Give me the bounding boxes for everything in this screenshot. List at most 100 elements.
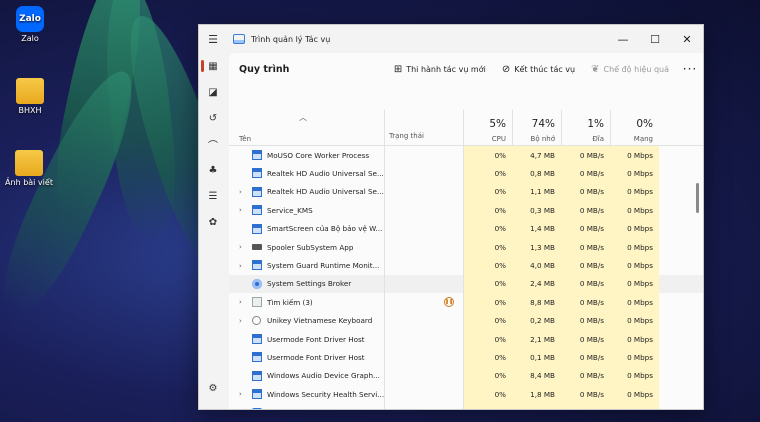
- vertical-scrollbar[interactable]: [696, 183, 699, 213]
- window-icon: [252, 223, 262, 234]
- col-name-header[interactable]: Tên: [229, 110, 384, 146]
- nav-services-icon[interactable]: ✿: [199, 209, 227, 235]
- column-header-row: ︿ Tên Trạng thái 5% CPU 74% Bộ nhớ 1% Đĩ…: [229, 110, 703, 146]
- disk-cell: 0 MB/s: [561, 311, 610, 330]
- folder-icon: [16, 78, 44, 104]
- col-status-label: Trạng thái: [389, 132, 424, 140]
- shield-icon: [252, 407, 262, 409]
- close-button[interactable]: ✕: [671, 25, 703, 53]
- minimize-button[interactable]: —: [607, 25, 639, 53]
- col-cpu-header[interactable]: 5% CPU: [463, 110, 512, 146]
- window-title: Trình quản lý Tác vụ: [251, 34, 331, 44]
- desktop-icon-label: Zalo: [21, 34, 39, 43]
- table-row[interactable]: › Windows Security Health Servi... 0% 1,8 M…: [229, 385, 703, 404]
- network-cell: 0 Mbps: [610, 311, 659, 330]
- table-row[interactable]: › Service_KMS 0% 0,3 MB 0 MB/s 0 Mbps: [229, 201, 703, 220]
- expand-chevron-icon[interactable]: ›: [239, 238, 242, 256]
- expand-chevron-icon[interactable]: ›: [239, 312, 242, 330]
- memory-cell: 0,1 MB: [512, 403, 561, 409]
- table-row[interactable]: › Spooler SubSystem App 0% 1,3 MB 0 MB/s 0 Mb…: [229, 238, 703, 257]
- processes-panel: Quy trình ⊞ Thi hành tác vụ mới ⊘ Kết th…: [229, 53, 703, 409]
- cpu-cell: 0%: [463, 182, 512, 202]
- process-name: Realtek HD Audio Universal Se...: [267, 169, 384, 179]
- table-row[interactable]: › System Guard Runtime Monit... 0% 4,0 MB 0 …: [229, 256, 703, 275]
- cpu-cell: 0%: [463, 311, 512, 330]
- table-row[interactable]: Realtek HD Audio Universal Se... 0% 0,8 MB…: [229, 164, 703, 183]
- window-icon: [252, 260, 262, 271]
- hamburger-menu-icon[interactable]: ☰: [199, 33, 227, 46]
- process-name: System Guard Runtime Monit...: [267, 261, 380, 271]
- title-bar[interactable]: ☰ Trình quản lý Tác vụ — ☐ ✕: [199, 25, 703, 53]
- nav-performance-icon[interactable]: ◪: [199, 79, 227, 105]
- nav-details-icon[interactable]: ☰: [199, 183, 227, 209]
- nav-startup-icon[interactable]: ⌒: [199, 131, 227, 157]
- window-icon: [252, 370, 262, 381]
- col-status-header[interactable]: Trạng thái: [384, 110, 463, 146]
- table-row[interactable]: Windows Audio Device Graph... 0% 8,4 MB 0 M…: [229, 366, 703, 386]
- efficiency-mode-button[interactable]: ❦ Chế độ hiệu quả: [583, 57, 677, 81]
- network-cell: 0 Mbps: [610, 274, 659, 294]
- gear-icon: [252, 278, 262, 289]
- table-row[interactable]: System Settings Broker 0% 2,4 MB 0 MB/s 0 Mb…: [229, 274, 703, 294]
- efficiency-mode-label: Chế độ hiệu quả: [603, 64, 669, 74]
- cpu-cell: 0%: [463, 330, 512, 349]
- col-memory-header[interactable]: 74% Bộ nhớ: [512, 110, 561, 146]
- cpu-cell: 0%: [463, 348, 512, 367]
- process-name: Realtek HD Audio Universal Se...: [267, 187, 384, 197]
- col-disk-header[interactable]: 1% Đĩa: [561, 110, 610, 146]
- page-title: Quy trình: [239, 63, 290, 75]
- disk-cell: 0 MB/s: [561, 403, 610, 409]
- network-cell: 0 Mbps: [610, 219, 659, 238]
- desktop-icon-bhxh[interactable]: BHXH: [8, 78, 52, 115]
- run-new-task-button[interactable]: ⊞ Thi hành tác vụ mới: [386, 57, 494, 81]
- table-row[interactable]: › Tìm kiếm (3) ❚❚ 0% 8,8 MB 0 MB/s 0 Mbps: [229, 293, 703, 312]
- desktop-icon-zalo[interactable]: Zalo Zalo: [8, 6, 52, 43]
- expand-chevron-icon[interactable]: ›: [239, 385, 242, 403]
- process-name: Spooler SubSystem App: [267, 242, 354, 252]
- nav-app-history-icon[interactable]: ↺: [199, 105, 227, 131]
- end-task-button[interactable]: ⊘ Kết thúc tác vụ: [494, 57, 583, 81]
- table-row[interactable]: › Unikey Vietnamese Keyboard 0% 0,2 MB 0 MB/…: [229, 311, 703, 330]
- disk-cell: 0 MB/s: [561, 256, 610, 275]
- nav-users-icon[interactable]: ♣: [199, 157, 227, 183]
- disk-cell: 0 MB/s: [561, 146, 610, 165]
- cpu-cell: 0%: [463, 385, 512, 404]
- process-name: Usermode Font Driver Host: [267, 353, 365, 363]
- expand-chevron-icon[interactable]: ›: [239, 293, 242, 311]
- memory-cell: 1,1 MB: [512, 182, 561, 202]
- network-cell: 0 Mbps: [610, 348, 659, 367]
- process-name: Unikey Vietnamese Keyboard: [267, 316, 373, 326]
- network-cell: 0 Mbps: [610, 403, 659, 409]
- table-row[interactable]: SmartScreen của Bộ bảo vệ W... 0% 1,4 MB 0 …: [229, 219, 703, 238]
- col-network-header[interactable]: 0% Mạng: [610, 110, 659, 146]
- memory-cell: 4,0 MB: [512, 256, 561, 275]
- table-row[interactable]: Windows Security notification ... 0%0,1 M…: [229, 403, 703, 409]
- window-icon: [252, 205, 262, 216]
- window-icon: [252, 334, 262, 344]
- task-manager-app-icon: [233, 34, 245, 44]
- disk-cell: 0 MB/s: [561, 182, 610, 202]
- disk-cell: 0 MB/s: [561, 366, 610, 386]
- memory-cell: 1,8 MB: [512, 385, 561, 404]
- window-icon: [252, 168, 262, 179]
- expand-chevron-icon[interactable]: ›: [239, 183, 242, 201]
- cpu-cell: 0%: [463, 201, 512, 220]
- desktop-icon-anh-bai-viet[interactable]: Ảnh bài viết: [2, 150, 56, 187]
- disk-cell: 0 MB/s: [561, 238, 610, 257]
- printer-icon: [252, 244, 262, 250]
- process-name: Windows Audio Device Graph...: [267, 371, 380, 381]
- settings-gear-icon[interactable]: ⚙: [199, 375, 227, 401]
- more-options-button[interactable]: ···: [677, 62, 703, 76]
- table-row[interactable]: › Realtek HD Audio Universal Se... 0% 1,1 M…: [229, 182, 703, 202]
- table-row[interactable]: Usermode Font Driver Host 0% 2,1 MB 0 MB/s 0…: [229, 330, 703, 349]
- memory-cell: 0,8 MB: [512, 164, 561, 183]
- cpu-total: 5%: [489, 118, 506, 130]
- table-row[interactable]: MoUSO Core Worker Process 0% 4,7 MB 0 MB/s 0…: [229, 146, 703, 165]
- expand-chevron-icon[interactable]: ›: [239, 256, 242, 274]
- expand-chevron-icon[interactable]: ›: [239, 201, 242, 219]
- nav-processes-icon[interactable]: ▦: [199, 53, 227, 79]
- table-row[interactable]: Usermode Font Driver Host 0% 0,1 MB 0 MB/s 0…: [229, 348, 703, 367]
- col-disk-label: Đĩa: [592, 135, 604, 143]
- disk-cell: 0 MB/s: [561, 219, 610, 238]
- maximize-button[interactable]: ☐: [639, 25, 671, 53]
